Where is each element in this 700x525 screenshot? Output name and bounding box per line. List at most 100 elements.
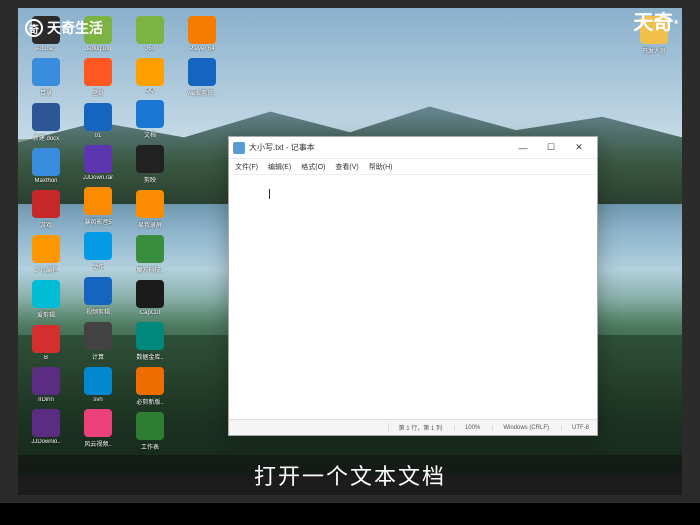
icon-label: debug.log (85, 46, 111, 52)
app-icon (32, 58, 60, 86)
desktop-icon[interactable]: 易我录屏 (128, 190, 172, 229)
app-icon (136, 235, 164, 263)
icon-label: 暴风影音5 (84, 217, 111, 226)
watermark-logo-icon: 奇 (25, 19, 43, 37)
desktop-icon[interactable]: 数据金库.. (128, 322, 172, 361)
desktop-icon[interactable]: 游戏 (24, 190, 68, 229)
app-icon (32, 409, 60, 437)
window-controls: — ☐ ✕ (509, 138, 593, 158)
desktop-icon[interactable]: QQ (128, 58, 172, 94)
app-icon (136, 367, 164, 395)
desktop-icon[interactable]: 目录 (24, 58, 68, 97)
icon-label: 爱剪辑 (37, 310, 55, 319)
app-icon (188, 58, 216, 86)
desktop-icon[interactable]: 壁纸 (76, 58, 120, 97)
app-icon (32, 367, 60, 395)
desktop-icon[interactable]: CapCut (128, 280, 172, 316)
status-eol: Windows (CRLF) (492, 425, 549, 431)
icon-label: 目录 (40, 88, 52, 97)
icon-label: 壁纸 (92, 88, 104, 97)
icon-label: 必剪新版.. (136, 397, 163, 406)
subtitle-text: 打开一个文本文档 (254, 459, 446, 491)
desktop-icon[interactable]: 爱剪辑 (24, 280, 68, 319)
app-icon (84, 409, 112, 437)
icon-label: 360 (145, 46, 155, 52)
app-icon (136, 100, 164, 128)
icon-label: B (44, 355, 48, 361)
icon-label: 计算 (92, 352, 104, 361)
desktop-icon[interactable]: 新建.docx (24, 103, 68, 142)
desktop-icon[interactable]: 计算 (76, 322, 120, 361)
icon-label: CapCut (140, 310, 160, 316)
desktop-icon[interactable]: svn (76, 367, 120, 403)
desktop-icon[interactable]: 视频剪辑 (76, 277, 120, 316)
watermark-left-text: 天奇生活 (47, 18, 103, 38)
app-icon (84, 58, 112, 86)
menu-view[interactable]: 查看(V) (335, 162, 358, 172)
desktop-icon[interactable]: 风云视频.. (76, 409, 120, 448)
desktop-icon[interactable]: 剪映 (128, 145, 172, 184)
app-icon (136, 280, 164, 308)
icon-label: 剪映 (144, 175, 156, 184)
desktop-icon[interactable]: we业务员.. (180, 58, 224, 97)
icon-label: 01 (95, 133, 102, 139)
app-icon (136, 145, 164, 173)
status-zoom: 100% (454, 425, 480, 431)
desktop-icon[interactable]: JJDownlo.. (24, 409, 68, 445)
menu-file[interactable]: 文件(F) (235, 162, 258, 172)
desktop-icon[interactable]: 01 (76, 103, 120, 139)
watermark-left: 奇 天奇生活 (25, 18, 103, 38)
icon-label: 文档 (144, 130, 156, 139)
icon-label: 视频剪辑 (86, 307, 110, 316)
menu-edit[interactable]: 编辑(E) (268, 162, 291, 172)
desktop-icon[interactable]: 必剪新版.. (128, 367, 172, 406)
desktop-icon[interactable]: 工作表 (128, 412, 172, 451)
app-icon (188, 16, 216, 44)
icon-label: 工作表 (141, 442, 159, 451)
app-icon (84, 322, 112, 350)
menu-help[interactable]: 帮助(H) (369, 162, 393, 172)
desktop-icon[interactable]: 动作 (76, 232, 120, 271)
desktop-icon[interactable]: Maxthon (24, 148, 68, 184)
notepad-window[interactable]: 大小写.txt - 记事本 — ☐ ✕ 文件(F) 编辑(E) 格式(O) 查看… (228, 136, 598, 436)
window-title: 大小写.txt - 记事本 (249, 142, 509, 153)
app-icon (32, 190, 60, 218)
desktop-icon[interactable]: 暴风影音5 (76, 187, 120, 226)
icon-label: we业务员.. (187, 88, 216, 97)
desktop-icon[interactable]: 文档 (128, 100, 172, 139)
menubar: 文件(F) 编辑(E) 格式(O) 查看(V) 帮助(H) (229, 159, 597, 175)
menu-format[interactable]: 格式(O) (301, 162, 325, 172)
icon-label: 新建.docx (33, 133, 59, 142)
app-icon (32, 280, 60, 308)
desktop-icon[interactable]: Player 64 (180, 16, 224, 52)
desktop-icon[interactable]: 少儿编程 (24, 235, 68, 274)
close-button[interactable]: ✕ (565, 138, 593, 158)
icon-label: Player 64 (189, 46, 214, 52)
icon-label: IIDinn (38, 397, 54, 403)
icon-label: svn (93, 397, 102, 403)
app-icon (84, 367, 112, 395)
icon-label: 数据金库.. (136, 352, 163, 361)
desktop[interactable]: Adobe..目录新建.docxMaxthon游戏少儿编程爱剪辑BIIDinnJ… (18, 8, 682, 475)
icon-label: 游戏 (40, 220, 52, 229)
minimize-button[interactable]: — (509, 138, 537, 158)
watermark-right: 天奇· (633, 6, 680, 35)
app-icon (32, 325, 60, 353)
desktop-icon[interactable]: IIDinn (24, 367, 68, 403)
desktop-icon[interactable]: JJDown.rar (76, 145, 120, 181)
app-icon (32, 235, 60, 263)
icon-label: 开发人员 (642, 46, 666, 55)
icon-label: 少儿编程 (34, 265, 58, 274)
desktop-icon[interactable]: 魔方科技.. (128, 235, 172, 274)
titlebar[interactable]: 大小写.txt - 记事本 — ☐ ✕ (229, 137, 597, 159)
desktop-icon[interactable]: 360 (128, 16, 172, 52)
text-editor[interactable] (229, 175, 597, 419)
app-icon (84, 103, 112, 131)
icon-label: Maxthon (34, 178, 57, 184)
app-icon (136, 16, 164, 44)
maximize-button[interactable]: ☐ (537, 138, 565, 158)
desktop-icon[interactable]: B (24, 325, 68, 361)
app-icon (84, 187, 112, 215)
app-icon (32, 103, 60, 131)
icon-label: QQ (145, 88, 154, 94)
